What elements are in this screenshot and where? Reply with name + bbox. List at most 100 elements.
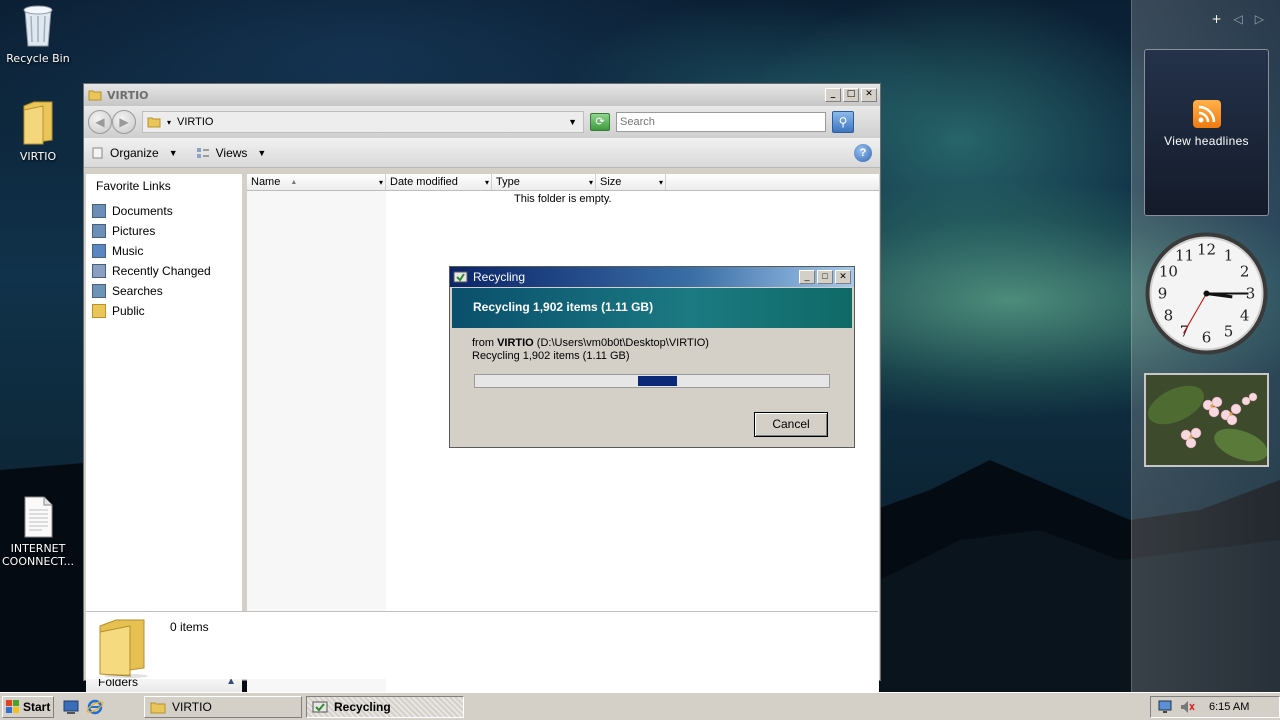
folder-icon: [92, 304, 106, 318]
flower-photo: [1146, 375, 1267, 465]
taskbar-button-recycling[interactable]: Recycling: [306, 695, 464, 718]
recycling-icon: [312, 701, 328, 712]
organize-icon: [92, 147, 103, 158]
clock-numeral: 11: [1175, 246, 1194, 264]
folder-icon: [150, 702, 166, 713]
system-tray: 6:15 AM: [1150, 695, 1280, 718]
column-dropdown-icon[interactable]: ▾: [379, 178, 383, 187]
clock-numeral: 5: [1224, 323, 1234, 341]
favorite-link-label: Recently Changed: [112, 264, 211, 278]
clock-numeral: 6: [1202, 329, 1212, 347]
progress-bar: [474, 374, 830, 388]
search-input[interactable]: [616, 112, 826, 132]
maximize-button[interactable]: □: [843, 88, 859, 102]
dialog-banner: Recycling 1,902 items (1.11 GB): [452, 288, 852, 328]
virtio-desktop-icon[interactable]: VIRTIO: [0, 100, 76, 163]
command-toolbar: Organize ▼ Views ▼ ?: [84, 138, 880, 168]
music-icon: [92, 244, 106, 258]
column-header-type[interactable]: Type ▾: [492, 174, 596, 190]
minimize-button[interactable]: _: [799, 270, 815, 284]
add-gadget-icon[interactable]: +: [1211, 12, 1221, 26]
maximize-button[interactable]: □: [817, 270, 833, 284]
close-button[interactable]: ✕: [861, 88, 877, 102]
pictures-icon: [92, 224, 106, 238]
favorite-link-label: Music: [112, 244, 144, 258]
folder-icon: [88, 90, 102, 101]
search-icon[interactable]: ⚲: [832, 111, 854, 133]
favorite-links-title: Favorite Links: [96, 179, 171, 193]
taskbar: Start VIRTIO Recycling 6:15 AM: [0, 692, 1280, 720]
volume-muted-icon[interactable]: [1179, 699, 1195, 715]
explorer-titlebar[interactable]: VIRTIO _ □ ✕: [84, 84, 880, 106]
favorite-link-recently-changed[interactable]: Recently Changed: [86, 261, 242, 281]
favorite-link-pictures[interactable]: Pictures: [86, 221, 242, 241]
column-header-name[interactable]: Name ▲ ▾: [247, 174, 386, 190]
windows-sidebar: + ◁ ▷ View headlines 123456789101112: [1131, 0, 1280, 692]
recently-changed-icon: [92, 264, 106, 278]
column-header-size[interactable]: Size ▾: [596, 174, 666, 190]
view-headlines-label: View headlines: [1164, 134, 1249, 148]
column-dropdown-icon[interactable]: ▾: [659, 178, 663, 187]
text-file-icon: [24, 496, 53, 538]
help-icon[interactable]: ?: [854, 143, 872, 162]
feed-headlines-gadget[interactable]: View headlines: [1144, 49, 1269, 216]
folder-icon: [147, 117, 161, 128]
address-dropdown-icon[interactable]: ▼: [568, 117, 577, 127]
views-label: Views: [215, 145, 248, 160]
progress-bar-chunk: [638, 376, 677, 386]
dialog-details: from VIRTIO (D:\Users\vm0b0t\Desktop\VIR…: [472, 337, 709, 363]
network-icon[interactable]: [1157, 699, 1173, 715]
taskbar-button-label: VIRTIO: [172, 699, 212, 714]
details-pane: 0 items: [86, 611, 878, 679]
dialog-title: Recycling: [473, 270, 526, 284]
chevron-down-icon: ▼: [257, 147, 267, 158]
recycling-icon: [453, 271, 468, 283]
taskbar-button-virtio[interactable]: VIRTIO: [144, 695, 302, 718]
recycling-status: Recycling 1,902 items (1.11 GB): [472, 350, 630, 362]
favorite-link-public[interactable]: Public: [86, 301, 242, 321]
refresh-button[interactable]: ⟳: [590, 113, 610, 131]
explorer-title: VIRTIO: [107, 88, 149, 102]
column-dropdown-icon[interactable]: ▾: [589, 178, 593, 187]
windows-logo-icon: [6, 699, 19, 713]
minimize-button[interactable]: _: [825, 88, 841, 102]
large-folder-icon: [99, 619, 148, 678]
address-bar-row: ◀ ▶ ▾ VIRTIO ▼ ⟳ ⚲: [84, 106, 880, 138]
views-button[interactable]: Views ▼: [196, 145, 267, 160]
items-count: 0 items: [170, 620, 209, 634]
start-button[interactable]: Start: [2, 695, 54, 718]
favorite-link-documents[interactable]: Documents: [86, 201, 242, 221]
internet-connect-desktop-icon[interactable]: INTERNET COONNECT...: [0, 496, 76, 568]
next-icon[interactable]: ▷: [1255, 12, 1264, 26]
column-header-date-modified[interactable]: Date modified ▾: [386, 174, 492, 190]
internet-connect-label: INTERNET COONNECT...: [2, 542, 74, 568]
forward-button[interactable]: ▶: [112, 110, 136, 134]
favorite-link-label: Public: [112, 304, 145, 318]
sort-ascending-icon: ▲: [290, 178, 298, 186]
slideshow-gadget[interactable]: [1144, 373, 1269, 467]
column-dropdown-icon[interactable]: ▾: [485, 178, 489, 187]
address-text: VIRTIO: [177, 116, 214, 128]
back-button[interactable]: ◀: [88, 110, 112, 134]
clock-gadget[interactable]: 123456789101112: [1144, 231, 1269, 356]
favorite-link-searches[interactable]: Searches: [86, 281, 242, 301]
favorite-link-label: Documents: [112, 204, 173, 218]
show-desktop-icon[interactable]: [62, 698, 80, 716]
previous-icon[interactable]: ◁: [1234, 12, 1243, 26]
favorite-link-label: Pictures: [112, 224, 156, 238]
cancel-button[interactable]: Cancel: [754, 412, 828, 437]
chevron-down-icon: ▼: [168, 147, 178, 158]
organize-button[interactable]: Organize ▼: [92, 146, 178, 160]
tray-clock[interactable]: 6:15 AM: [1209, 701, 1249, 713]
close-button[interactable]: ✕: [835, 270, 851, 284]
from-prefix: from: [472, 337, 494, 349]
address-bar[interactable]: ▾ VIRTIO ▼: [142, 111, 584, 133]
favorite-link-music[interactable]: Music: [86, 241, 242, 261]
recycle-bin-label: Recycle Bin: [6, 52, 70, 65]
breadcrumb-arrow-icon[interactable]: ▾: [167, 118, 171, 127]
internet-explorer-icon[interactable]: [86, 698, 104, 716]
recycle-bin-desktop-icon[interactable]: Recycle Bin: [0, 2, 76, 65]
dialog-titlebar[interactable]: Recycling _ □ ✕: [450, 267, 854, 287]
views-icon: [196, 147, 209, 158]
recycling-dialog: Recycling _ □ ✕ Recycling 1,902 items (1…: [449, 266, 855, 448]
